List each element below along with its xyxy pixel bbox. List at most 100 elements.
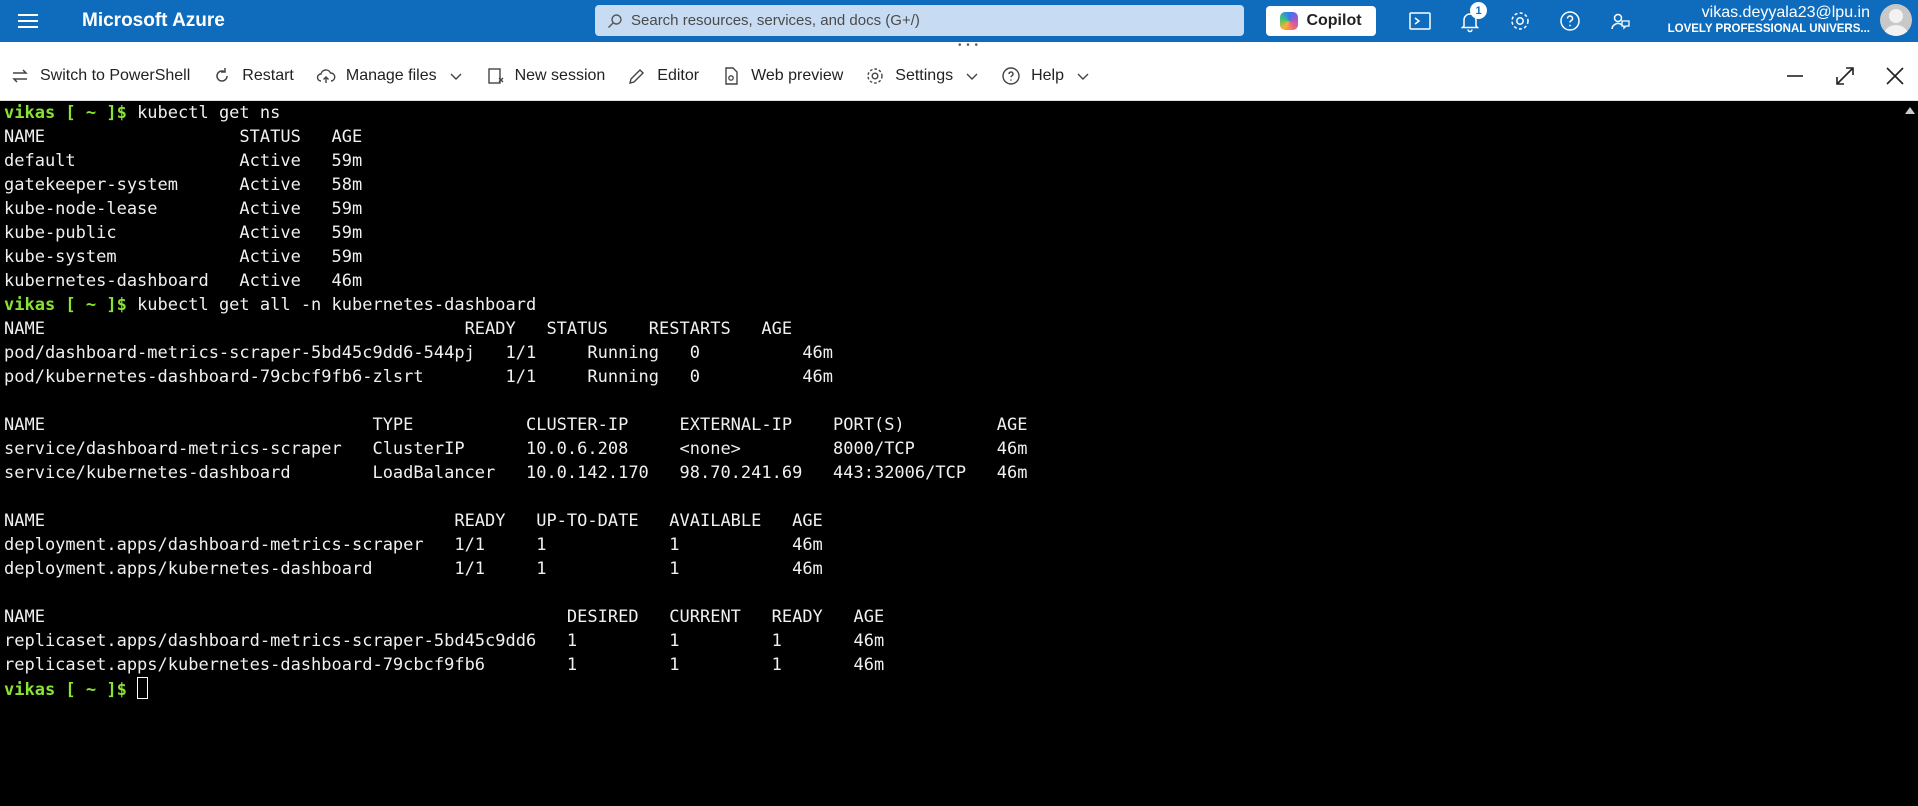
new-session-icon xyxy=(487,68,504,84)
output-line: NAME STATUS AGE xyxy=(4,125,1900,149)
output-text: pod/kubernetes-dashboard-79cbcf9fb6-zlsr… xyxy=(4,367,834,387)
new-session-label: New session xyxy=(514,67,606,84)
new-session-button[interactable]: New session xyxy=(485,66,606,86)
output-line: service/dashboard-metrics-scraper Cluste… xyxy=(4,437,1900,461)
output-line: default Active 59m xyxy=(4,149,1900,173)
restart-label: Restart xyxy=(242,67,294,84)
copilot-label: Copilot xyxy=(1306,12,1362,29)
output-line: NAME DESIRED CURRENT READY AGE xyxy=(4,605,1900,629)
output-text: service/kubernetes-dashboard LoadBalance… xyxy=(4,463,1028,483)
output-line: replicaset.apps/kubernetes-dashboard-79c… xyxy=(4,653,1900,677)
output-line xyxy=(4,485,1900,509)
settings-gear-icon[interactable] xyxy=(1508,9,1532,33)
web-preview-button[interactable]: Web preview xyxy=(721,66,843,86)
output-line: NAME TYPE CLUSTER-IP EXTERNAL-IP PORT(S)… xyxy=(4,413,1900,437)
output-text: service/dashboard-metrics-scraper Cluste… xyxy=(4,439,1028,459)
output-text: NAME READY UP-TO-DATE AVAILABLE AGE xyxy=(4,511,823,531)
maximize-icon[interactable] xyxy=(1833,64,1857,88)
settings-dropdown[interactable]: Settings xyxy=(865,66,979,86)
editor-label: Editor xyxy=(657,67,700,84)
terminal-cursor[interactable] xyxy=(137,677,149,699)
restart-button[interactable]: Restart xyxy=(212,66,294,86)
editor-button[interactable]: Editor xyxy=(627,66,699,86)
cloud-shell-toolbar: Switch to PowerShell Restart Manage file… xyxy=(0,52,1918,101)
shell-prompt: vikas [ ~ ]$ xyxy=(4,103,127,123)
output-line: gatekeeper-system Active 58m xyxy=(4,173,1900,197)
terminal-scrollbar[interactable] xyxy=(1900,101,1918,806)
output-text: NAME DESIRED CURRENT READY AGE xyxy=(4,607,885,627)
output-line: deployment.apps/dashboard-metrics-scrape… xyxy=(4,533,1900,557)
hamburger-menu-icon[interactable] xyxy=(18,9,42,33)
output-line: kube-node-lease Active 59m xyxy=(4,197,1900,221)
output-line: replicaset.apps/dashboard-metrics-scrape… xyxy=(4,629,1900,653)
help-question-icon[interactable] xyxy=(1558,9,1582,33)
web-preview-label: Web preview xyxy=(751,67,844,84)
cloud-upload-icon xyxy=(316,69,336,83)
close-icon[interactable] xyxy=(1883,64,1907,88)
output-text: replicaset.apps/kubernetes-dashboard-79c… xyxy=(4,655,885,675)
manage-files-dropdown[interactable]: Manage files xyxy=(316,66,463,86)
switch-label: Switch to PowerShell xyxy=(40,67,191,84)
gear-icon xyxy=(867,68,883,84)
pencil-icon xyxy=(629,69,645,84)
active-prompt-line[interactable]: vikas [ ~ ]$ xyxy=(4,677,1900,702)
output-line: pod/kubernetes-dashboard-79cbcf9fb6-zlsr… xyxy=(4,365,1900,389)
chevron-down-icon xyxy=(966,73,978,80)
notification-badge: 1 xyxy=(1470,2,1487,19)
output-line: service/kubernetes-dashboard LoadBalance… xyxy=(4,461,1900,485)
command-text: kubectl get ns xyxy=(126,103,281,123)
output-line xyxy=(4,389,1900,413)
copilot-button[interactable]: Copilot xyxy=(1266,6,1376,36)
output-line: deployment.apps/kubernetes-dashboard 1/1… xyxy=(4,557,1900,581)
copilot-logo-icon xyxy=(1280,12,1299,30)
output-text: NAME READY STATUS RESTARTS AGE xyxy=(4,319,793,339)
account-info[interactable]: vikas.deyyala23@lpu.in LOVELY PROFESSION… xyxy=(1640,4,1870,36)
command-line: vikas [ ~ ]$ kubectl get all -n kubernet… xyxy=(4,293,1900,317)
output-text: pod/dashboard-metrics-scraper-5bd45c9dd6… xyxy=(4,343,834,363)
avatar[interactable] xyxy=(1880,4,1912,36)
output-text: kubernetes-dashboard Active 46m xyxy=(4,271,363,291)
brand-title[interactable]: Microsoft Azure xyxy=(82,10,225,32)
chevron-down-icon xyxy=(450,73,462,80)
output-text: gatekeeper-system Active 58m xyxy=(4,175,363,195)
azure-top-bar: Microsoft Azure Search resources, servic… xyxy=(0,0,1918,42)
output-text: kube-system Active 59m xyxy=(4,247,363,267)
output-line: kubernetes-dashboard Active 46m xyxy=(4,269,1900,293)
output-text: default Active 59m xyxy=(4,151,363,171)
command-text: kubectl get all -n kubernetes-dashboard xyxy=(126,295,537,315)
terminal-output[interactable]: vikas [ ~ ]$ kubectl get ns NAME STATUS A… xyxy=(0,101,1900,806)
cloud-shell-icon[interactable] xyxy=(1408,9,1432,33)
output-text: replicaset.apps/dashboard-metrics-scrape… xyxy=(4,631,885,651)
user-organization: LOVELY PROFESSIONAL UNIVERS... xyxy=(1667,23,1870,35)
command-line: vikas [ ~ ]$ kubectl get ns xyxy=(4,101,1900,125)
restart-icon xyxy=(216,68,229,82)
output-line: pod/dashboard-metrics-scraper-5bd45c9dd6… xyxy=(4,341,1900,365)
switch-to-powershell-button[interactable]: Switch to PowerShell xyxy=(10,66,190,86)
switch-arrows-icon xyxy=(12,69,28,83)
feedback-icon[interactable] xyxy=(1608,9,1632,33)
minimize-icon[interactable] xyxy=(1783,64,1807,88)
output-line: kube-public Active 59m xyxy=(4,221,1900,245)
user-email: vikas.deyyala23@lpu.in xyxy=(1701,4,1870,21)
output-line: kube-system Active 59m xyxy=(4,245,1900,269)
scroll-up-arrow-icon[interactable] xyxy=(1905,107,1915,114)
help-icon xyxy=(1002,67,1020,85)
output-text: kube-public Active 59m xyxy=(4,223,363,243)
settings-label: Settings xyxy=(895,67,954,84)
search-placeholder: Search resources, services, and docs (G+… xyxy=(631,12,920,29)
output-text: deployment.apps/dashboard-metrics-scrape… xyxy=(4,535,823,555)
chevron-down-icon xyxy=(1077,73,1089,80)
drag-dots-icon: • • • xyxy=(958,40,980,51)
output-text: NAME TYPE CLUSTER-IP EXTERNAL-IP PORT(S)… xyxy=(4,415,1028,435)
output-text: deployment.apps/kubernetes-dashboard 1/1… xyxy=(4,559,823,579)
help-label: Help xyxy=(1031,67,1064,84)
manage-files-label: Manage files xyxy=(345,67,437,84)
global-search-input[interactable]: Search resources, services, and docs (G+… xyxy=(595,5,1244,36)
resize-handle[interactable]: • • • xyxy=(0,40,1918,52)
help-dropdown[interactable]: Help xyxy=(1001,66,1090,86)
shell-prompt: vikas [ ~ ]$ xyxy=(4,680,127,700)
web-preview-icon xyxy=(725,67,738,85)
